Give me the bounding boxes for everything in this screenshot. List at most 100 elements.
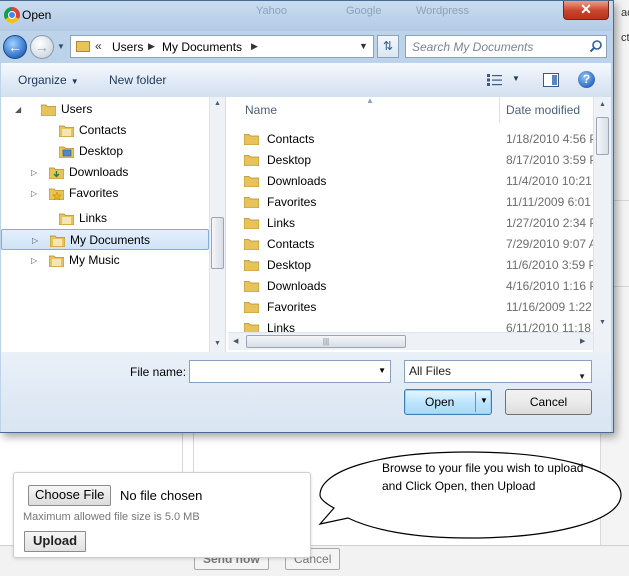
preview-pane-icon[interactable] [543,73,559,87]
documents-icon [50,235,65,247]
change-view-icon[interactable] [487,74,503,86]
chevron-down-icon[interactable]: ▼ [378,366,386,375]
file-name-input[interactable]: ▼ [189,360,391,383]
file-row[interactable]: Contacts 7/29/2010 9:07 AM [240,234,596,255]
file-row[interactable]: Downloads 11/4/2010 10:21 AM [240,171,596,192]
breadcrumb-separator-icon[interactable]: ▶ [251,41,258,52]
music-icon [49,255,64,267]
scroll-left-icon[interactable]: ◀ [233,337,238,345]
file-row[interactable]: Favorites 11/16/2009 1:22 PM [240,297,596,318]
browser-content: ◢ Users Contacts Desktop ▷ Downloads ▷ Favorite… [1,96,611,352]
file-date-modified: 4/16/2010 1:16 PM [506,279,596,293]
file-row[interactable]: Downloads 4/16/2010 1:16 PM [240,276,596,297]
tree-item[interactable]: ▷ Favorites [1,183,209,204]
file-list-horizontal-scrollbar[interactable]: ◀ ||| ▶ [228,332,593,350]
tree-item[interactable]: ▷ My Documents [1,229,209,250]
title-bar[interactable]: Open Google Yahoo Wordpress ✕ [0,1,612,31]
folder-icon [244,302,259,313]
tree-item[interactable]: Contacts [1,120,209,141]
scroll-down-icon[interactable]: ▼ [214,340,221,347]
tree-item[interactable]: Desktop [1,141,209,162]
file-type-select[interactable]: All Files ▼ [404,360,592,383]
file-row[interactable]: Desktop 8/17/2010 3:59 PM [240,150,596,171]
navigation-pane-scrollbar[interactable]: ▲ ▼ [209,97,225,352]
breadcrumb-my-documents[interactable]: My Documents [162,40,242,54]
recent-pages-dropdown-icon[interactable]: ▼ [57,42,67,52]
tree-item-label: Contacts [79,123,127,137]
window-title: Open [22,8,52,22]
folder-icon [244,134,259,145]
choose-file-button[interactable]: Choose File [28,485,112,506]
search-icon[interactable] [589,39,603,53]
file-date-modified: 7/29/2010 9:07 AM [506,237,596,251]
background-tab: Yahoo [256,5,287,17]
file-row[interactable]: Contacts 1/18/2010 4:56 PM [240,129,596,150]
breadcrumb-separator-icon[interactable]: ▶ [148,41,155,52]
back-button[interactable]: ← [3,35,27,59]
address-dropdown-icon[interactable]: ▼ [359,41,368,51]
tree-item-label: Desktop [79,144,124,158]
file-date-modified: 8/17/2010 3:59 PM [506,153,596,167]
organize-button[interactable]: Organize ▼ [18,73,79,87]
folder-icon [244,218,259,229]
file-row[interactable]: Desktop 11/6/2010 3:59 PM [240,255,596,276]
new-folder-button[interactable]: New folder [109,73,166,87]
file-name-label: File name: [130,365,187,379]
close-button[interactable]: ✕ [563,1,609,20]
file-list-vertical-scrollbar[interactable]: ▲ ▼ [593,97,611,352]
close-icon: ✕ [580,1,592,17]
scroll-up-icon[interactable]: ▲ [214,100,221,107]
file-date-modified: 11/11/2009 6:01 PM [506,195,596,209]
dialog-footer: File name: ▼ All Files ▼ Open ▼ Cancel [1,352,611,432]
file-row[interactable]: Links 1/27/2010 2:34 PM [240,213,596,234]
file-date-modified: 11/4/2010 10:21 AM [506,174,596,188]
file-list-pane: Name ▲ Date modified Contacts 1/18/2010 4… [228,96,611,352]
folder-icon [244,176,259,187]
callout-text: Browse to your file you wish to upload a… [382,461,584,493]
upload-button[interactable]: Upload [24,531,87,552]
overflow-chevrons-icon[interactable]: « [95,39,102,53]
folder-icon [244,281,259,292]
refresh-button[interactable]: ⇅ [377,35,399,58]
expand-arrow-icon[interactable]: ▷ [31,250,37,271]
expand-arrow-icon[interactable]: ▷ [32,230,38,251]
forward-button[interactable]: → [30,35,54,59]
tree-item-label: My Music [69,253,120,267]
scroll-right-icon[interactable]: ▶ [580,337,585,345]
sort-ascending-icon: ▲ [366,96,374,105]
tree-item-label: Downloads [69,165,129,179]
file-name: Desktop [267,153,312,167]
tree-item[interactable]: ◢ Users [1,99,209,120]
open-button[interactable]: Open ▼ [404,389,492,415]
file-name: Favorites [267,195,317,209]
expand-arrow-icon[interactable]: ▷ [31,162,37,183]
scrollbar-thumb[interactable]: ||| [246,335,406,348]
tree-item[interactable]: ▷ Downloads [1,162,209,183]
background-tab: Wordpress [416,5,469,17]
scroll-up-icon[interactable]: ▲ [599,101,606,108]
address-bar[interactable]: « Users ▶ My Documents ▶ ▼ [70,35,374,58]
cancel-button[interactable]: Cancel [505,389,592,415]
tree-item[interactable]: Links [1,208,209,229]
navigation-pane: ◢ Users Contacts Desktop ▷ Downloads ▷ Favorite… [1,97,226,352]
desktop-icon [59,146,74,158]
column-separator[interactable] [499,97,500,123]
scrollbar-thumb[interactable] [211,217,224,269]
expand-arrow-icon[interactable]: ◢ [15,99,21,120]
file-row[interactable]: Favorites 11/11/2009 6:01 PM [240,192,596,213]
scrollbar-thumb[interactable] [596,117,609,155]
tree-item[interactable]: ▷ My Music [1,250,209,271]
folder-icon [244,239,259,250]
view-options-dropdown-icon[interactable]: ▼ [512,74,520,83]
file-name: Downloads [267,174,327,188]
file-name: Desktop [267,258,312,272]
open-file-dialog: Open Google Yahoo Wordpress ✕ ← → ▼ « Us… [0,0,614,433]
open-options-dropdown-icon[interactable]: ▼ [480,396,488,405]
expand-arrow-icon[interactable]: ▷ [31,183,37,204]
breadcrumb-users[interactable]: Users [112,40,143,54]
column-header-name[interactable]: Name [245,97,277,123]
search-input[interactable] [412,39,582,54]
help-icon[interactable]: ? [578,71,595,88]
column-header-date-modified[interactable]: Date modified [506,97,580,123]
scroll-down-icon[interactable]: ▼ [599,319,606,326]
